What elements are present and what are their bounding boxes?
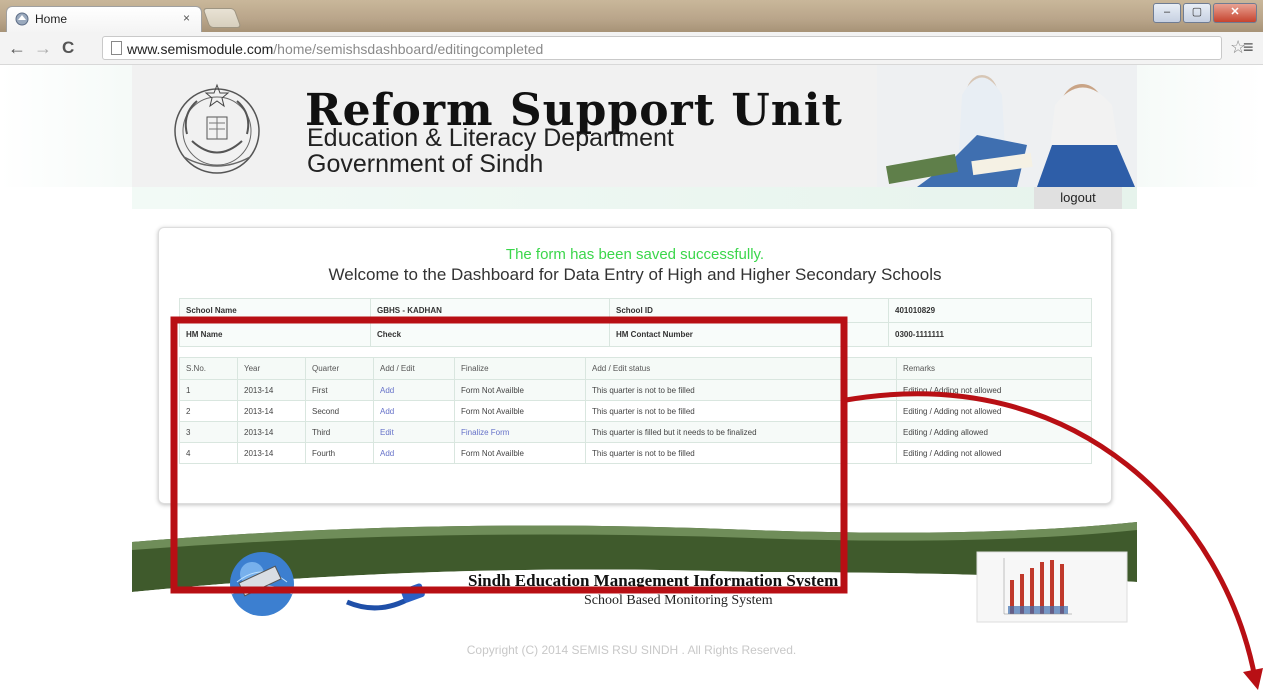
page-icon [111, 41, 122, 55]
add-link[interactable]: Add [373, 379, 455, 401]
browser-tab-home[interactable]: Home × [6, 6, 202, 32]
school-info-table: School Name GBHS - KADHAN School ID 4010… [179, 298, 1092, 347]
row-remarks: Editing / Adding not allowed [896, 400, 1092, 422]
school-name-label: School Name [179, 298, 371, 323]
sindh-government-emblem-icon [174, 83, 260, 174]
school-id-label: School ID [609, 298, 889, 323]
tab-close-icon[interactable]: × [183, 11, 190, 25]
row-year: 2013-14 [237, 442, 306, 464]
footer-bar-chart [976, 551, 1128, 623]
browser-toolbar: ← → C www.semismodule.com/home/semishsda… [0, 32, 1263, 65]
students-photo [877, 65, 1137, 187]
copyright-text: Copyright (C) 2014 SEMIS RSU SINDH . All… [466, 643, 797, 657]
row-sno: 3 [179, 421, 238, 443]
logout-button[interactable]: logout [1034, 187, 1122, 209]
column-header: Finalize [454, 357, 586, 380]
column-header: Year [237, 357, 306, 380]
table-row: 3 2013-14 Third Edit Finalize Form This … [179, 421, 1092, 443]
address-bar[interactable]: www.semismodule.com/home/semishsdashboar… [102, 36, 1222, 60]
row-sno: 4 [179, 442, 238, 464]
url-text[interactable]: www.semismodule.com/home/semishsdashboar… [127, 41, 543, 57]
row-year: 2013-14 [237, 421, 306, 443]
new-tab-button[interactable] [202, 8, 242, 28]
table-row: 2 2013-14 Second Add Form Not Availble T… [179, 400, 1092, 422]
row-status: This quarter is not to be filled [585, 379, 897, 401]
edit-link[interactable]: Edit [373, 421, 455, 443]
hm-name-value: Check [370, 322, 610, 347]
row-finalize: Form Not Availble [454, 400, 586, 422]
row-quarter: First [305, 379, 374, 401]
welcome-heading: Welcome to the Dashboard for Data Entry … [328, 265, 942, 284]
dashboard-panel: The form has been saved successfully. We… [158, 227, 1112, 504]
column-header: S.No. [179, 357, 238, 380]
table-row: School Name GBHS - KADHAN School ID 4010… [179, 298, 1092, 323]
reload-icon[interactable]: C [62, 38, 74, 58]
minimize-button[interactable]: ‒ [1153, 3, 1181, 23]
row-sno: 2 [179, 400, 238, 422]
hm-name-label: HM Name [179, 322, 371, 347]
site-header: Reform Support Unit Education & Literacy… [132, 65, 1137, 187]
page-favicon-icon [15, 12, 29, 26]
row-remarks: Editing / Adding not allowed [896, 442, 1092, 464]
finalize-form-link[interactable]: Finalize Form [454, 421, 586, 443]
web-page: Reform Support Unit Education & Literacy… [0, 65, 1263, 696]
row-remarks: Editing / Adding not allowed [896, 379, 1092, 401]
column-header: Remarks [896, 357, 1092, 380]
row-quarter: Third [305, 421, 374, 443]
window-controls: ‒ ▢ ✕ [1153, 3, 1257, 23]
tab-title: Home [35, 12, 68, 26]
table-row: 4 2013-14 Fourth Add Form Not Availble T… [179, 442, 1092, 464]
row-quarter: Fourth [305, 442, 374, 464]
column-header: Add / Edit [373, 357, 455, 380]
browser-menu-icon[interactable]: ≡ [1243, 37, 1254, 58]
row-finalize: Form Not Availble [454, 442, 586, 464]
add-link[interactable]: Add [373, 442, 455, 464]
column-header: Add / Edit status [585, 357, 897, 380]
maximize-button[interactable]: ▢ [1183, 3, 1211, 23]
column-header: Quarter [305, 357, 374, 380]
add-link[interactable]: Add [373, 400, 455, 422]
table-row: 1 2013-14 First Add Form Not Availble Th… [179, 379, 1092, 401]
hm-contact-value: 0300-1111111 [888, 322, 1092, 347]
row-quarter: Second [305, 400, 374, 422]
quarters-table: S.No. Year Quarter Add / Edit Finalize A… [179, 357, 1092, 464]
back-arrow-icon[interactable]: ← [8, 38, 26, 59]
government-name: Government of Sindh [307, 150, 544, 178]
row-status: This quarter is filled but it needs to b… [585, 421, 897, 443]
school-name-value: GBHS - KADHAN [370, 298, 610, 323]
row-status: This quarter is not to be filled [585, 442, 897, 464]
system-title: Sindh Education Management Information S… [468, 571, 839, 590]
forward-arrow-icon[interactable]: → [34, 38, 52, 59]
table-row: HM Name Check HM Contact Number 0300-111… [179, 322, 1092, 347]
success-message: The form has been saved successfully. [505, 246, 765, 263]
row-year: 2013-14 [237, 400, 306, 422]
browser-title-bar: Home × ‒ ▢ ✕ [0, 0, 1263, 32]
logout-bar: logout [132, 187, 1137, 209]
school-id-value: 401010829 [888, 298, 1092, 323]
close-window-button[interactable]: ✕ [1213, 3, 1257, 23]
table-header-row: S.No. Year Quarter Add / Edit Finalize A… [179, 357, 1092, 380]
row-year: 2013-14 [237, 379, 306, 401]
row-status: This quarter is not to be filled [585, 400, 897, 422]
row-sno: 1 [179, 379, 238, 401]
hm-contact-label: HM Contact Number [609, 322, 889, 347]
system-subtitle: School Based Monitoring System [584, 593, 773, 608]
department-name: Education & Literacy Department [307, 124, 674, 152]
url-path: /home/semishsdashboard/editingcompleted [273, 41, 544, 57]
row-remarks: Editing / Adding allowed [896, 421, 1092, 443]
url-domain: www.semismodule.com [127, 41, 274, 57]
row-finalize: Form Not Availble [454, 379, 586, 401]
